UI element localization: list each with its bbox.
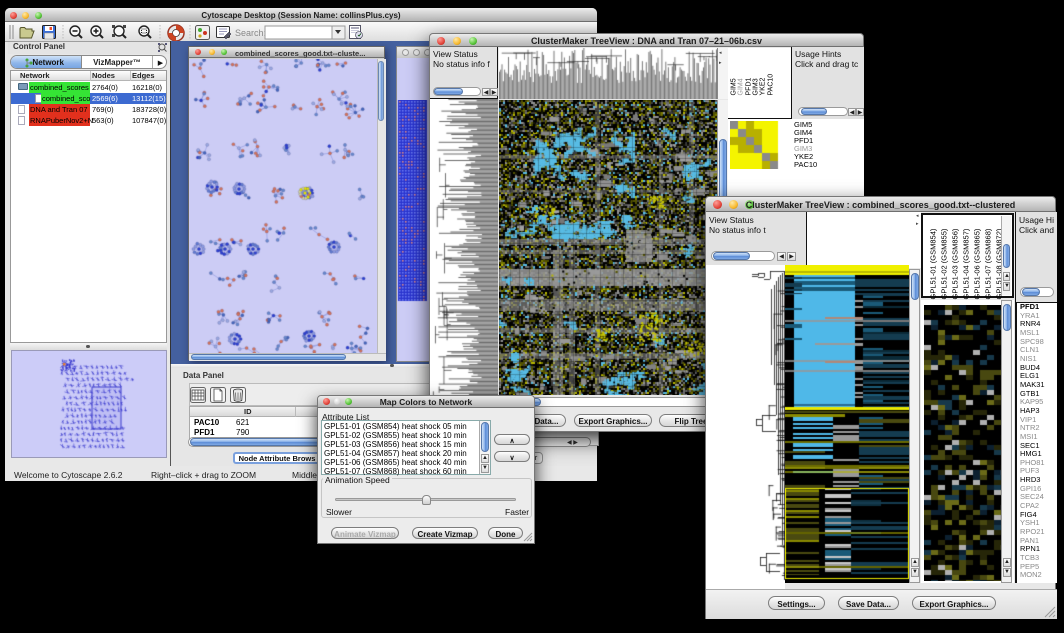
svg-text:Search:: Search: (235, 28, 266, 38)
